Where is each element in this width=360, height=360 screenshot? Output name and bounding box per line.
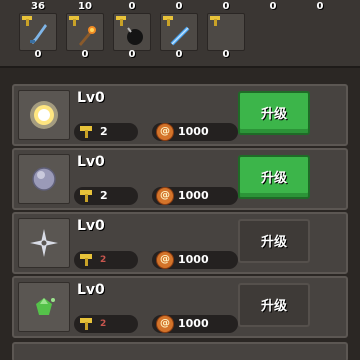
weapon-inventory-bar: 36 0 10 0 0 0 0 0 0 0 0 0 [0,0,360,68]
weapon-level: Lv0 [77,90,105,106]
weapon-row: Lv0 2 @ 1000 升级 [12,84,348,146]
slot-level: 0 [175,49,183,60]
cost-value: 1000 [178,253,209,266]
slot-box [19,13,57,51]
slot-level: 0 [222,49,230,60]
cost-value: 1000 [178,189,209,202]
upgrade-cost: @ 1000 [152,251,238,269]
weapon-row: Lv0 2 @ 1000 升级 [12,276,348,338]
weapon-row-partial [12,342,348,360]
slot-count: 0 [269,1,277,12]
hammer-icon [80,318,92,330]
slot-box [207,13,245,51]
stone-ball-icon [32,167,56,191]
attack-value: 2 [100,125,108,138]
coin-icon: @ [156,251,174,269]
weapon-slot [18,154,70,204]
slot-count: 36 [31,1,45,12]
slot-level: 0 [34,49,42,60]
slot-count: 0 [222,1,230,12]
upgrade-button[interactable]: 升级 [238,219,310,263]
blue-dagger-icon [30,24,47,44]
weapon-level: Lv0 [77,218,105,234]
weapon-slot [18,218,70,268]
weapon-level: Lv0 [77,282,105,298]
upgrade-cost: @ 1000 [152,123,238,141]
upgrade-button[interactable]: 升级 [238,155,310,199]
slot-count: 0 [175,1,183,12]
weapon-slot [18,282,70,332]
hammer-icon [80,254,92,266]
slot-box [113,13,151,51]
inventory-slot-torch[interactable]: 10 0 [62,0,108,68]
coin-icon: @ [156,315,174,333]
attack-value: 2 [100,189,108,202]
weapon-slot [18,90,70,140]
weapon-row: Lv0 2 @ 1000 升级 [12,212,348,274]
inventory-slot-empty[interactable]: 0 [250,0,296,68]
torch-icon [79,26,96,46]
inventory-slot-empty[interactable]: 0 [297,0,343,68]
green-gem-icon [36,298,55,315]
slot-level: 0 [81,49,89,60]
attack-stat: 2 [74,123,138,141]
upgrade-cost: @ 1000 [152,187,238,205]
shuriken-icon [30,229,58,257]
coin-icon: @ [156,123,174,141]
slot-count: 10 [78,1,92,12]
hammer-icon [80,126,92,138]
coin-icon: @ [156,187,174,205]
inventory-slot-boomerang[interactable]: 0 0 [203,0,249,68]
slot-count: 0 [128,1,136,12]
slot-level: 0 [128,49,136,60]
cost-value: 1000 [178,125,209,138]
slot-box [66,13,104,51]
glowing-orb-icon [30,101,58,129]
attack-stat: 2 [74,315,138,333]
slot-count: 0 [316,1,324,12]
upgrade-button[interactable]: 升级 [238,91,310,135]
weapon-row: Lv0 2 @ 1000 升级 [12,148,348,210]
cost-value: 1000 [178,317,209,330]
inventory-slot-dagger[interactable]: 36 0 [15,0,61,68]
attack-value: 2 [100,255,107,265]
attack-stat: 2 [74,187,138,205]
attack-value: 2 [100,319,107,329]
attack-stat: 2 [74,251,138,269]
upgrade-button[interactable]: 升级 [238,283,310,327]
inventory-slot-ice-sword[interactable]: 0 0 [156,0,202,68]
ice-sword-icon [170,26,190,46]
inventory-slot-bomb[interactable]: 0 0 [109,0,155,68]
weapon-level: Lv0 [77,154,105,170]
boomerang-icon [221,26,233,43]
upgrade-cost: @ 1000 [152,315,238,333]
dark-bomb-icon [127,27,143,45]
hammer-icon [80,190,92,202]
slot-box [160,13,198,51]
